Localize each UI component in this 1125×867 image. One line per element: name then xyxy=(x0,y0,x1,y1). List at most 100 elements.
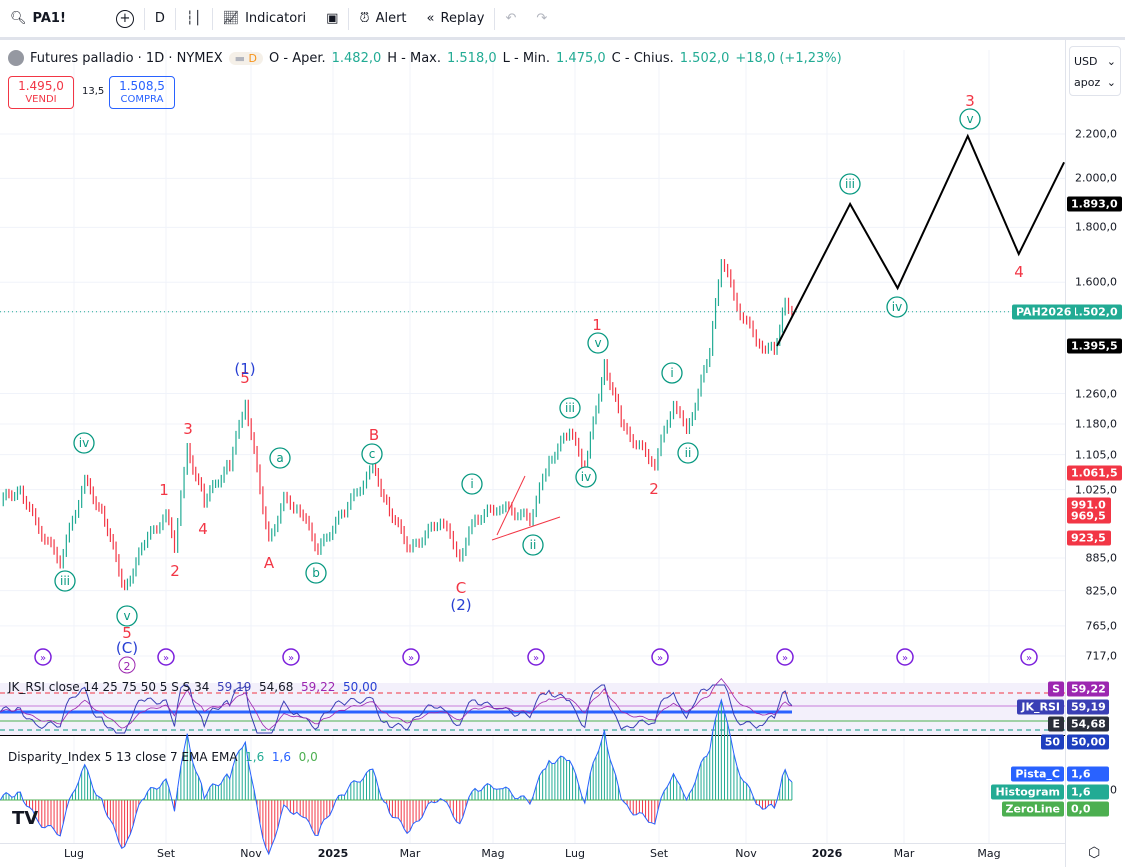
wave-label-circle[interactable]: a xyxy=(269,447,291,469)
trendline[interactable] xyxy=(491,516,561,541)
wave-label-red[interactable]: 2 xyxy=(649,480,659,498)
time-tick: Nov xyxy=(735,847,757,860)
wave-label-circle[interactable]: iv xyxy=(575,466,597,488)
wave-label-red[interactable]: A xyxy=(264,554,275,572)
wave-label-blue[interactable]: (1) xyxy=(234,360,255,378)
event-marker-icon[interactable]: » xyxy=(651,648,669,666)
wave-label-red[interactable]: 4 xyxy=(1014,263,1024,281)
wave-label-circle[interactable]: v xyxy=(587,332,609,354)
wave-label-circle[interactable]: iii xyxy=(54,570,76,592)
search-icon: 🔍︎ xyxy=(10,11,27,26)
currency-select[interactable]: USD ⌄ xyxy=(1074,51,1116,72)
wave-label-circle[interactable]: iv xyxy=(73,432,95,454)
indicators-label: Indicatori xyxy=(245,11,307,26)
open-label: O - Aper. xyxy=(269,50,326,66)
rsi-legend[interactable]: JK_RSI close 14 25 75 50 5 S S 34 59,19 … xyxy=(8,680,377,694)
wave-label-circle[interactable]: iii xyxy=(839,173,861,195)
undo-icon: ↶ xyxy=(505,11,517,26)
time-tick: Mar xyxy=(893,847,915,860)
price-tick: 1.800,0 xyxy=(1075,220,1117,234)
chart-canvas[interactable]: iiiivvabciiiiiiivviiiiiiivv512345ABC1234… xyxy=(0,40,1065,867)
low-label: L - Min. xyxy=(502,50,551,66)
svg-text:3: 3 xyxy=(183,420,193,438)
price-tick: 1.105,0 xyxy=(1075,448,1117,462)
wave-label-circle[interactable]: v xyxy=(959,108,981,130)
wave-label-red[interactable]: 1 xyxy=(592,316,602,334)
svg-text:(1): (1) xyxy=(234,360,255,378)
event-marker-icon[interactable]: » xyxy=(402,648,420,666)
alert-button[interactable]: ⏰︎ Alert xyxy=(349,0,416,39)
event-marker-icon[interactable]: » xyxy=(527,648,545,666)
delay-badge: ▬ D xyxy=(228,51,263,65)
wave-label-red[interactable]: 1 xyxy=(159,481,169,499)
price-tick: 2.000,0 xyxy=(1075,171,1117,185)
disparity-legend[interactable]: Disparity_Index 5 13 close 7 EMA EMA 1,6… xyxy=(8,750,318,764)
event-marker-icon[interactable]: » xyxy=(776,648,794,666)
svg-text:4: 4 xyxy=(1014,263,1024,281)
wave-label-red[interactable]: C xyxy=(456,579,466,597)
price-tick: 1.600,0 xyxy=(1075,275,1117,289)
time-tick: 2025 xyxy=(317,847,349,860)
symbol-title[interactable]: Futures palladio · 1D · NYMEX xyxy=(30,51,223,66)
replay-button[interactable]: « Replay xyxy=(417,0,495,39)
event-marker-icon[interactable]: » xyxy=(282,648,300,666)
redo-icon: ↷ xyxy=(536,11,548,26)
settings-icon[interactable]: ⬡ xyxy=(1088,845,1100,861)
price-tick: 885,0 xyxy=(1085,551,1118,565)
buy-button[interactable]: 1.508,5 COMPRA xyxy=(109,76,175,109)
event-marker-icon[interactable]: » xyxy=(34,648,52,666)
wave-label-red[interactable]: 3 xyxy=(183,420,193,438)
wave-label-circle[interactable]: i xyxy=(661,362,683,384)
wave-label-red[interactable]: B xyxy=(369,426,379,444)
price-tick: 717,0 xyxy=(1085,649,1118,663)
wave-label-circle[interactable]: iv xyxy=(886,296,908,318)
tradingview-logo[interactable]: TV xyxy=(12,808,38,829)
time-tick: Lug xyxy=(565,847,585,860)
interval-button[interactable]: D xyxy=(145,0,175,39)
symbol-legend: Futures palladio · 1D · NYMEX ▬ D O - Ap… xyxy=(8,50,842,66)
redo-button[interactable]: ↷ xyxy=(526,0,557,39)
event-marker-icon[interactable]: » xyxy=(896,648,914,666)
svg-text:c: c xyxy=(369,447,376,461)
event-marker-icon[interactable]: » xyxy=(157,648,175,666)
time-tick: Mag xyxy=(977,847,1001,860)
wave-label-blue[interactable]: (C) xyxy=(116,639,138,657)
trendline[interactable] xyxy=(496,475,526,536)
sell-button[interactable]: 1.495,0 VENDI xyxy=(8,76,74,109)
wave-label-circle[interactable]: v xyxy=(116,605,138,627)
wave-label-red[interactable]: 3 xyxy=(965,92,975,110)
indicator-tag-label: Histogram xyxy=(991,784,1064,799)
svg-text:»: » xyxy=(533,653,539,664)
price-tag: 1.893,0 xyxy=(1067,196,1122,212)
indicator-tag-label: S xyxy=(1048,681,1064,697)
wave-label-circle[interactable]: ii xyxy=(677,442,699,464)
chart-type-button[interactable]: ┆│ xyxy=(176,0,212,39)
wave-label-circle[interactable]: iii xyxy=(559,397,581,419)
plus-circle-icon: + xyxy=(115,9,134,28)
layouts-button[interactable]: ▣ xyxy=(316,0,348,39)
scale-mode-select[interactable]: apoz ⌄ xyxy=(1074,72,1116,93)
chevron-down-icon: ⌄ xyxy=(1106,55,1116,68)
open-value: 1.482,0 xyxy=(331,50,382,66)
indicators-button[interactable]: 📈︎ Indicatori xyxy=(213,0,317,39)
wave-label-circle[interactable]: i xyxy=(461,473,483,495)
event-marker-icon[interactable]: » xyxy=(1020,648,1038,666)
chevron-down-icon: ⌄ xyxy=(1106,76,1116,89)
wave-label-circle[interactable]: c xyxy=(361,443,383,465)
palladium-icon xyxy=(8,50,24,66)
indicator-tag-label: ZeroLine xyxy=(1001,801,1064,817)
wave-label-circle[interactable]: ii xyxy=(522,534,544,556)
price-tick: 765,0 xyxy=(1085,619,1118,633)
wave-label-red[interactable]: 4 xyxy=(198,520,208,538)
wave-label-circle[interactable]: b xyxy=(305,562,327,584)
change-value: +18,0 (+1,23%) xyxy=(735,50,842,66)
wave-label-red[interactable]: 2 xyxy=(170,562,180,580)
wave-label-blue[interactable]: (2) xyxy=(450,596,471,614)
compare-button[interactable]: + xyxy=(106,0,144,39)
undo-button[interactable]: ↶ xyxy=(495,0,526,39)
svg-text:iii: iii xyxy=(845,177,855,191)
wave-label-purple[interactable]: 2 xyxy=(118,656,136,674)
symbol-search[interactable]: 🔍︎ PA1! xyxy=(0,0,76,39)
time-tick: Nov xyxy=(240,847,262,860)
price-tag: 923,5 xyxy=(1067,530,1111,546)
